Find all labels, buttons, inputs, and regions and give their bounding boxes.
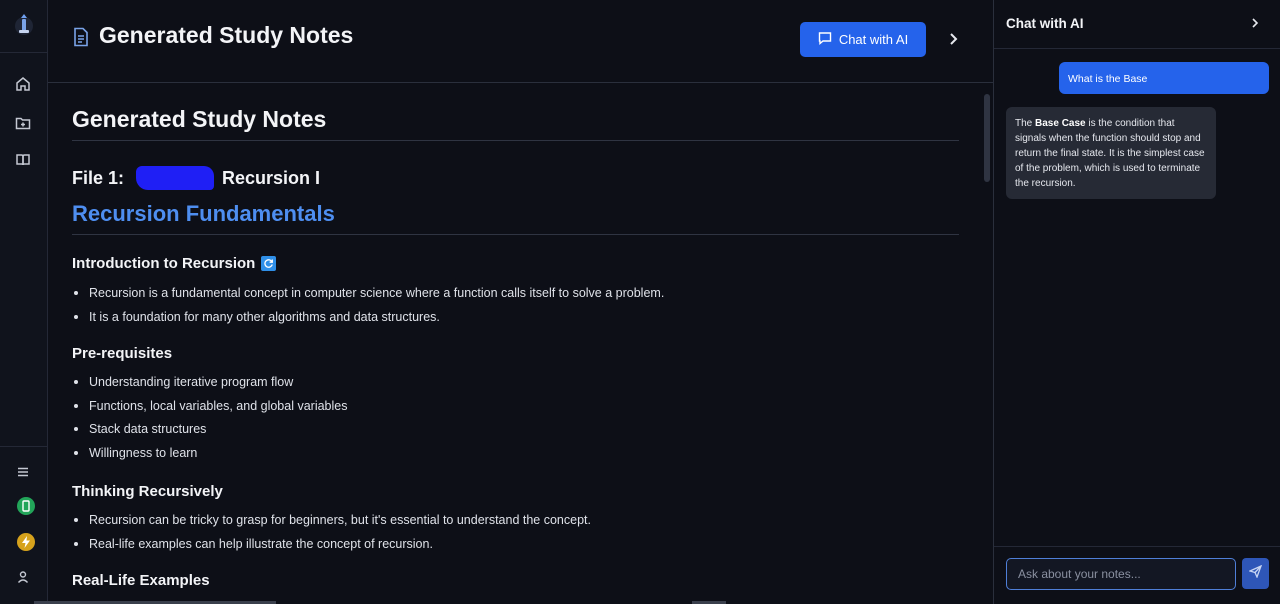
bullet-list: Recursion can be tricky to grasp for beg… bbox=[72, 512, 591, 559]
bullet-list: Recursion is a fundamental concept in co… bbox=[72, 285, 664, 332]
user-message: What is the Base bbox=[1059, 62, 1269, 94]
icon-rail bbox=[0, 0, 48, 604]
folder-plus-icon[interactable] bbox=[12, 112, 34, 134]
list-item: Stack data structures bbox=[72, 421, 347, 445]
phone-icon[interactable] bbox=[17, 497, 35, 515]
refresh-icon bbox=[261, 256, 277, 271]
list-item: Real-life examples can help illustrate t… bbox=[72, 536, 591, 560]
menu-icon[interactable] bbox=[12, 461, 34, 483]
chevron-right-icon[interactable] bbox=[1248, 16, 1262, 30]
list-item: It is a foundation for many other algori… bbox=[72, 309, 664, 333]
lightning-icon[interactable] bbox=[17, 533, 35, 551]
section-heading: Pre-requisites bbox=[72, 345, 173, 362]
file-prefix: File 1: bbox=[72, 167, 125, 188]
vertical-scrollbar[interactable] bbox=[984, 94, 990, 182]
list-item: Recursion can be tricky to grasp for beg… bbox=[72, 512, 591, 536]
home-icon[interactable] bbox=[12, 73, 34, 95]
user-icon[interactable] bbox=[12, 566, 34, 588]
rail-divider bbox=[0, 52, 48, 53]
logo-icon[interactable] bbox=[12, 12, 36, 38]
rail-divider bbox=[0, 446, 48, 447]
chat-with-ai-button[interactable]: Chat with AI bbox=[800, 22, 926, 57]
ask-notes-input[interactable] bbox=[1006, 558, 1236, 590]
section-title: Recursion Fundamentals bbox=[72, 201, 335, 226]
list-item: Willingness to learn bbox=[72, 445, 347, 469]
book-icon[interactable] bbox=[12, 149, 34, 171]
redaction-mark bbox=[136, 166, 215, 190]
divider bbox=[72, 140, 959, 141]
file-title: File 1: Recursion I bbox=[72, 166, 320, 190]
divider bbox=[994, 48, 1280, 49]
chat-bubble-icon bbox=[818, 31, 832, 48]
ai-message: The Base Case is the condition that sign… bbox=[1006, 107, 1216, 199]
send-button[interactable] bbox=[1242, 558, 1269, 589]
send-icon bbox=[1248, 564, 1263, 583]
section-heading: Introduction to Recursion bbox=[72, 255, 277, 272]
chat-panel-title: Chat with AI bbox=[1006, 16, 1084, 31]
list-item: Functions, local variables, and global v… bbox=[72, 398, 347, 422]
section-heading: Real-Life Examples bbox=[72, 572, 210, 589]
divider bbox=[72, 234, 959, 235]
bullet-list: Understanding iterative program flow Fun… bbox=[72, 374, 347, 468]
file-name: Recursion I bbox=[222, 167, 321, 188]
document-icon bbox=[72, 27, 90, 47]
list-item: Understanding iterative program flow bbox=[72, 374, 347, 398]
list-item: Recursion is a fundamental concept in co… bbox=[72, 285, 664, 309]
notes-heading: Generated Study Notes bbox=[72, 106, 327, 132]
chat-button-label: Chat with AI bbox=[838, 32, 909, 47]
section-heading: Thinking Recursively bbox=[72, 483, 223, 500]
chat-panel: Chat with AI What is the Base The Base C… bbox=[993, 0, 1280, 604]
page-title: Generated Study Notes bbox=[99, 22, 354, 48]
divider bbox=[994, 546, 1280, 547]
chevron-right-icon[interactable] bbox=[944, 30, 962, 48]
main-header: Generated Study Notes Chat with AI bbox=[48, 0, 993, 83]
notes-content: Generated Study Notes File 1: Recursion … bbox=[48, 84, 983, 604]
